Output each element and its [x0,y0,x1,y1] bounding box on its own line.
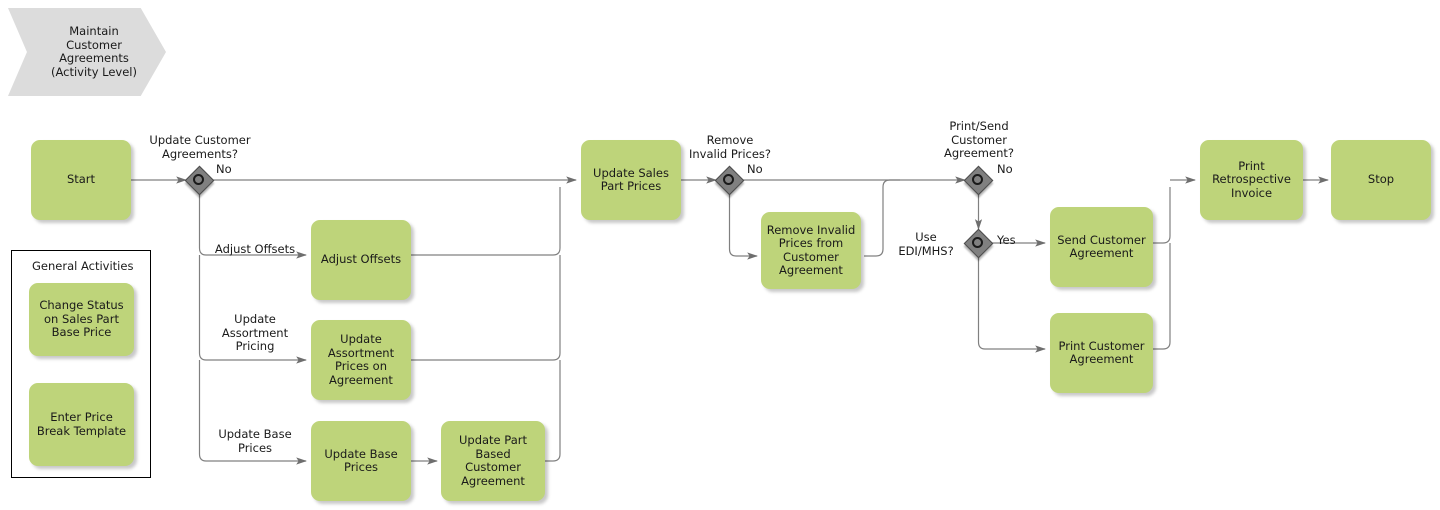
activity-update-base-prices[interactable]: Update Base Prices [311,421,411,501]
activity-print-retrospective-invoice[interactable]: Print Retrospective Invoice [1200,140,1303,220]
activity-stop[interactable]: Stop [1331,140,1431,220]
edge-label-update-assortment-pricing: Update Assortment Pricing [221,312,289,353]
gateway-ring-icon [723,174,734,185]
gateway-label-update-customer-agreements: Update Customer Agreements? [149,133,251,161]
gateway-print-send-customer-agreement[interactable] [963,165,994,196]
edge-gw2-to-remove-invalid-prices [728,194,758,260]
edge-gw4-to-print-customer-agreement [977,257,1046,353]
edge-label-gw2-no: No [747,162,763,176]
activity-change-status-on-sales-part-base-price[interactable]: Change Status on Sales Part Base Price [29,283,134,356]
general-activities-title: General Activities [32,259,134,273]
edge-adjust-offsets-merge [411,187,561,256]
gateway-remove-invalid-prices[interactable] [714,165,745,196]
edge-print-customer-agreement-merge [1153,243,1171,350]
flowchart-canvas: Maintain Customer Agreements (Activity L… [0,0,1440,510]
edge-label-gw3-no: No [997,162,1013,176]
gateway-label-use-edi-mhs: Use EDI/MHS? [898,230,954,258]
gateway-label-print-send-customer-agreement: Print/Send Customer Agreement? [944,119,1014,160]
gateway-update-customer-agreements[interactable] [184,165,215,196]
activity-remove-invalid-prices-from-customer-agreement[interactable]: Remove Invalid Prices from Customer Agre… [761,212,861,289]
activity-update-assortment-prices-on-agreement[interactable]: Update Assortment Prices on Agreement [311,320,411,400]
gateway-ring-icon [972,174,983,185]
edge-update-assortment-merge [411,255,561,361]
gateway-use-edi-mhs[interactable] [963,228,994,259]
phase-chevron: Maintain Customer Agreements (Activity L… [8,8,166,96]
edge-label-adjust-offsets: Adjust Offsets [214,242,296,256]
gateway-ring-icon [972,237,983,248]
gateway-label-remove-invalid-prices: Remove Invalid Prices? [688,133,772,161]
activity-adjust-offsets[interactable]: Adjust Offsets [311,220,411,300]
edge-label-update-base-prices: Update Base Prices [218,427,292,455]
edge-label-gw1-no: No [216,162,232,176]
activity-update-part-based-customer-agreement[interactable]: Update Part Based Customer Agreement [441,421,545,501]
activity-print-customer-agreement[interactable]: Print Customer Agreement [1050,313,1153,393]
edge-send-customer-agreement-merge [1153,187,1171,244]
gateway-ring-icon [193,174,204,185]
activity-enter-price-break-template[interactable]: Enter Price Break Template [29,383,134,466]
edge-update-part-based-merge [545,360,561,462]
activity-send-customer-agreement[interactable]: Send Customer Agreement [1050,207,1153,287]
activity-start[interactable]: Start [31,140,131,220]
edge-label-gw4-yes: Yes [997,233,1016,247]
